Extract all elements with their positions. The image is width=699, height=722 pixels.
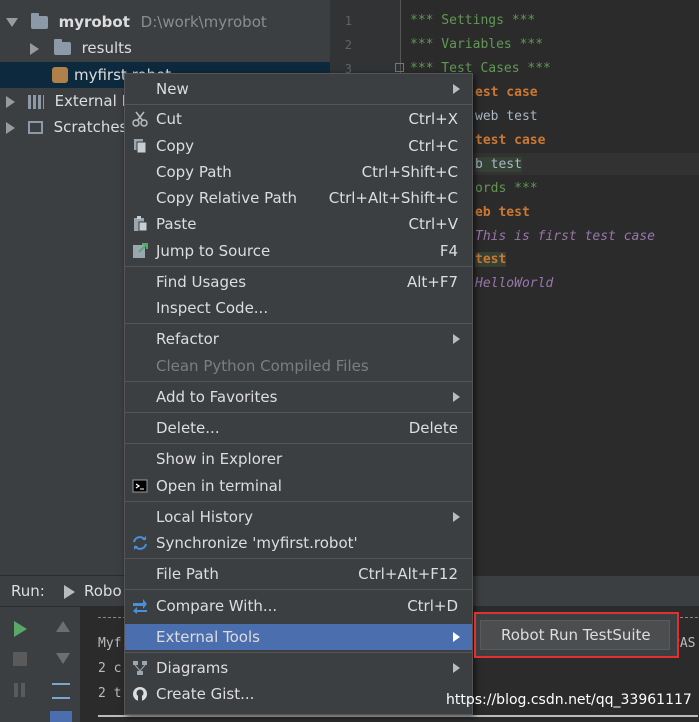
down-arrow-icon[interactable] — [56, 653, 70, 664]
line-number: 2 — [344, 38, 352, 52]
menu-separator — [125, 412, 472, 413]
menu-item-compare-with[interactable]: Compare With... Ctrl+D — [125, 593, 472, 619]
menu-item-clean-python: Clean Python Compiled Files — [156, 357, 369, 375]
submenu-arrow-icon — [453, 512, 460, 522]
menu-item-create-gist[interactable]: Create Gist... — [125, 681, 472, 707]
menu-item-show-in-explorer[interactable]: Show in Explorer — [125, 446, 472, 472]
console-divider — [98, 715, 698, 717]
sync-icon — [133, 536, 147, 550]
code-line: est case — [475, 85, 538, 100]
scratches-icon — [27, 121, 43, 134]
tree-label-scratches: Scratches — [53, 118, 128, 136]
run-toolbar — [0, 607, 81, 722]
external-tools-submenu: Robot Run TestSuite — [474, 612, 679, 658]
menu-item-external-tools[interactable]: External Tools — [125, 624, 472, 650]
menu-separator — [125, 501, 472, 502]
jump-to-source-icon — [133, 243, 148, 258]
run-tab[interactable]: Robo — [84, 576, 122, 606]
stop-icon[interactable] — [13, 652, 27, 666]
scissors-icon — [132, 111, 148, 127]
scroll-to-end-icon[interactable] — [50, 711, 72, 722]
menu-separator — [125, 381, 472, 382]
paste-icon — [134, 216, 148, 232]
menu-item-open-in-terminal[interactable]: Open in terminal — [125, 473, 472, 499]
menu-separator — [125, 558, 472, 559]
github-icon — [133, 687, 147, 701]
menu-separator — [125, 589, 472, 590]
menu-separator — [125, 323, 472, 324]
menu-separator — [125, 443, 472, 444]
submenu-arrow-icon — [453, 663, 460, 673]
pause-icon-bar — [21, 683, 25, 697]
submenu-arrow-icon — [453, 392, 460, 402]
menu-item-refactor[interactable]: Refactor — [125, 326, 472, 352]
submenu-arrow-icon — [453, 334, 460, 344]
menu-item-copy[interactable]: Copy Ctrl+C — [125, 133, 472, 159]
menu-item-robot-run-testsuite[interactable]: Robot Run TestSuite — [480, 620, 670, 650]
menu-item-jump-to-source[interactable]: Jump to Source F4 — [125, 238, 472, 264]
run-config-icon — [64, 585, 75, 599]
compare-icon — [133, 599, 147, 614]
expand-arrow-icon[interactable] — [6, 18, 18, 27]
tree-row-scratches[interactable]: Scratches — [6, 114, 127, 140]
context-menu: New Cut Ctrl+X Copy Ctrl+C Copy Path Ctr… — [124, 73, 473, 715]
diagram-icon — [133, 661, 147, 675]
menu-item-find-usages[interactable]: Find Usages Alt+F7 — [125, 269, 472, 295]
robot-file-icon — [52, 67, 68, 83]
menu-separator — [125, 652, 472, 653]
tree-row-project[interactable]: myrobot D:\work\myrobot — [6, 9, 267, 35]
code-line: b test — [475, 157, 522, 172]
folder-icon — [53, 39, 71, 55]
menu-item-cut[interactable]: Cut Ctrl+X — [125, 106, 472, 132]
library-icon — [27, 94, 44, 109]
run-label: Run: — [11, 582, 45, 600]
menu-item-synchronize[interactable]: Synchronize 'myfirst.robot' — [125, 530, 472, 556]
tree-row-external[interactable]: External Li — [6, 88, 134, 114]
menu-item-diagrams[interactable]: Diagrams — [125, 655, 472, 681]
terminal-icon — [132, 479, 148, 493]
project-path: D:\work\myrobot — [140, 13, 267, 31]
menu-item-paste[interactable]: Paste Ctrl+V — [125, 211, 472, 237]
menu-separator — [125, 266, 472, 267]
console-line: 2 t — [98, 686, 122, 701]
collapse-arrow-icon[interactable] — [6, 121, 15, 134]
submenu-arrow-icon — [453, 632, 460, 642]
folder-icon — [30, 13, 48, 29]
code-line: *** Variables *** — [410, 37, 544, 52]
project-name: myrobot — [58, 13, 130, 31]
menu-item-local-history[interactable]: Local History — [125, 504, 472, 530]
menu-item-copy-relative-path[interactable]: Copy Relative Path Ctrl+Alt+Shift+C — [125, 185, 472, 211]
collapse-arrow-icon[interactable] — [6, 95, 15, 108]
code-line: test — [475, 252, 507, 267]
code-line: HelloWorld — [475, 276, 554, 291]
menu-item-copy-path[interactable]: Copy Path Ctrl+Shift+C — [125, 159, 472, 185]
console-line: Myf — [98, 636, 122, 651]
fold-icon[interactable] — [395, 63, 404, 72]
soft-wrap-icon[interactable] — [52, 683, 70, 699]
tree-label-results: results — [81, 39, 132, 57]
copy-icon — [134, 139, 147, 154]
code-line: web test — [475, 109, 538, 124]
tree-row-results[interactable]: results — [30, 35, 132, 61]
up-arrow-icon[interactable] — [56, 621, 70, 632]
pause-icon[interactable] — [14, 683, 18, 697]
code-line: eb test — [475, 205, 530, 220]
code-line: ords *** — [475, 181, 538, 196]
watermark: https://blog.csdn.net/qq_33961117 — [446, 692, 692, 708]
code-line: *** Settings *** — [410, 13, 536, 28]
menu-separator — [125, 104, 472, 105]
code-line: This is first test case — [475, 229, 656, 244]
collapse-arrow-icon[interactable] — [30, 42, 39, 55]
tree-label-external: External Li — [54, 92, 135, 110]
run-icon[interactable] — [14, 621, 27, 637]
menu-item-file-path[interactable]: File Path Ctrl+Alt+F12 — [125, 561, 472, 587]
menu-item-delete[interactable]: Delete... Delete — [125, 415, 472, 441]
console-line: 2 c — [98, 661, 122, 676]
line-number: 1 — [344, 14, 352, 28]
menu-item-new[interactable]: New — [125, 76, 472, 102]
menu-item-add-to-favorites[interactable]: Add to Favorites — [125, 384, 472, 410]
code-line: test case — [475, 133, 546, 148]
submenu-arrow-icon — [453, 84, 460, 94]
menu-item-inspect-code[interactable]: Inspect Code... — [125, 295, 472, 321]
